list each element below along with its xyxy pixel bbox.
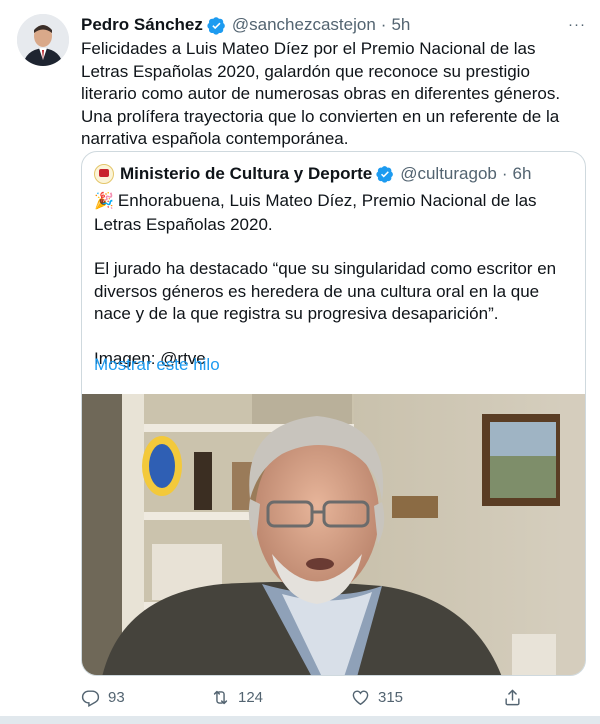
like-count: 315 bbox=[378, 688, 404, 706]
quoted-paragraph-1: 🎉 Enhorabuena, Luis Mateo Díez, Premio Na… bbox=[94, 190, 574, 236]
separator-dot: · bbox=[380, 15, 387, 34]
tweet-timestamp[interactable]: 5h bbox=[391, 15, 410, 35]
tweet-actions: 93 124 315 bbox=[81, 684, 586, 710]
author-avatar[interactable] bbox=[17, 14, 69, 66]
show-thread-link[interactable]: Mostrar este hilo bbox=[94, 355, 220, 375]
author-handle[interactable]: @sanchezcastejon bbox=[232, 15, 376, 35]
quoted-tweet-header: Ministerio de Cultura y Deporte @cultura… bbox=[94, 162, 575, 186]
like-button[interactable]: 315 bbox=[351, 688, 479, 707]
quoted-author-handle: @culturagob bbox=[400, 164, 497, 183]
timeline-divider bbox=[0, 716, 600, 724]
author-name[interactable]: Pedro Sánchez bbox=[81, 15, 203, 35]
quoted-author-avatar bbox=[94, 164, 114, 184]
retweet-icon bbox=[213, 690, 228, 704]
verified-badge-icon bbox=[376, 165, 394, 183]
quoted-paragraph-1-text: Enhorabuena, Luis Mateo Díez, Premio Nac… bbox=[94, 191, 537, 234]
retweet-count: 124 bbox=[238, 688, 264, 706]
separator-dot: · bbox=[501, 164, 508, 183]
share-icon bbox=[505, 689, 520, 705]
quoted-author-name: Ministerio de Cultura y Deporte bbox=[120, 164, 373, 183]
retweet-button[interactable]: 124 bbox=[211, 688, 335, 707]
reply-button[interactable]: 93 bbox=[81, 688, 211, 707]
reply-icon bbox=[81, 689, 100, 707]
share-button[interactable] bbox=[503, 688, 543, 707]
quoted-tweet[interactable]: Ministerio de Cultura y Deporte @cultura… bbox=[81, 151, 586, 676]
quoted-paragraph-2: El jurado ha destacado “que su singulari… bbox=[94, 259, 557, 323]
quoted-tweet-timestamp: 6h bbox=[512, 164, 532, 183]
verified-badge-icon bbox=[207, 16, 226, 35]
heart-icon bbox=[352, 689, 369, 705]
tweet[interactable]: Pedro Sánchez @sanchezcastejon · 5h ··· … bbox=[0, 0, 600, 716]
tweet-header: Pedro Sánchez @sanchezcastejon · 5h bbox=[81, 14, 584, 36]
more-options-icon[interactable]: ··· bbox=[568, 14, 586, 36]
tweet-text: Felicidades a Luis Mateo Díez por el Pre… bbox=[81, 39, 561, 148]
reply-count: 93 bbox=[108, 688, 125, 706]
party-popper-icon: 🎉 bbox=[94, 193, 114, 210]
quoted-tweet-image[interactable] bbox=[82, 394, 585, 675]
